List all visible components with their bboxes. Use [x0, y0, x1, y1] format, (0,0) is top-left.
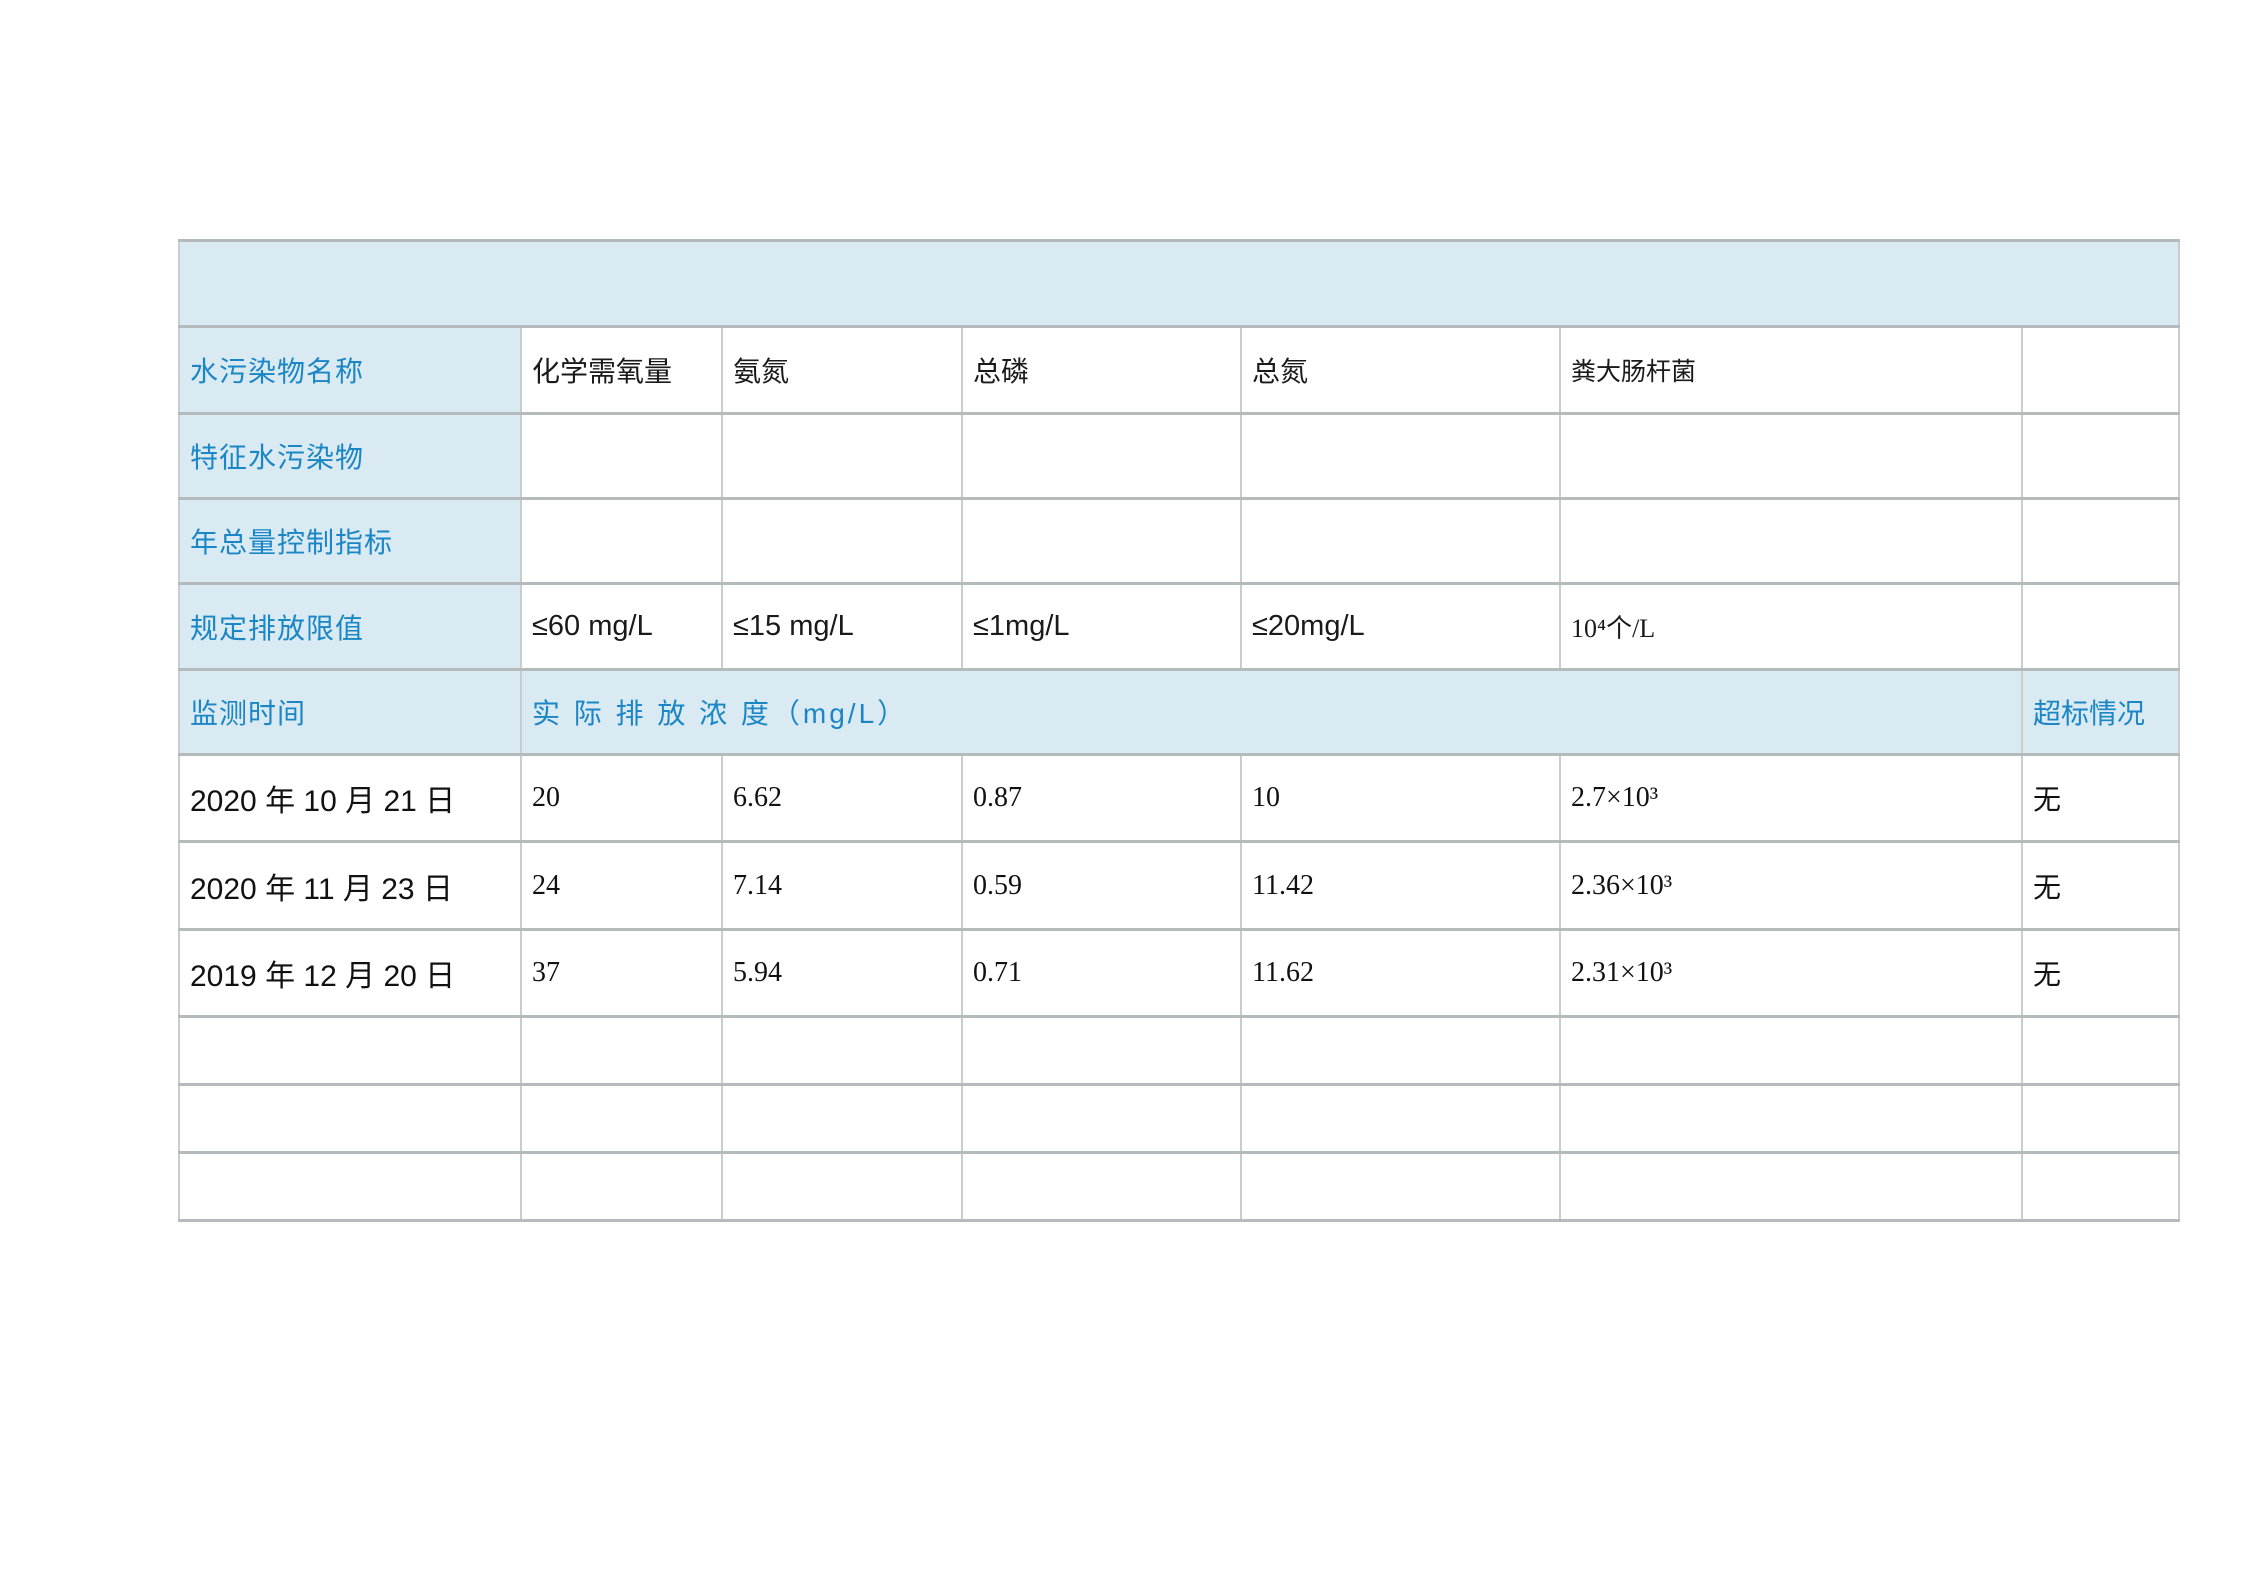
- row-label-monitoring-time: 监测时间: [179, 670, 521, 755]
- limit-row: 规定排放限值 ≤60 mg/L ≤15 mg/L ≤1mg/L ≤20mg/L …: [179, 584, 2179, 670]
- monitoring-header-row: 监测时间 实 际 排 放 浓 度（mg/L） 超标情况: [179, 670, 2179, 755]
- cell-tn: 11.62: [1241, 930, 1560, 1017]
- table-cell: [2022, 584, 2179, 670]
- table-cell: [179, 1153, 521, 1221]
- cell-tp: 0.71: [962, 930, 1241, 1017]
- annual-total-row: 年总量控制指标: [179, 499, 2179, 584]
- table-cell: [521, 1017, 722, 1085]
- table-cell: [962, 499, 1241, 584]
- exceed-status-header: 超标情况: [2022, 670, 2179, 755]
- table-cell: [962, 1153, 1241, 1221]
- row-label-limit: 规定排放限值: [179, 584, 521, 670]
- header-cod: 化学需氧量: [521, 327, 722, 414]
- limit-nh3n: ≤15 mg/L: [722, 584, 962, 670]
- cell-nh3n: 6.62: [722, 755, 962, 842]
- table-cell: [521, 414, 722, 499]
- pollutant-name-row: 水污染物名称 化学需氧量 氨氮 总磷 总氮 粪大肠杆菌: [179, 327, 2179, 414]
- table-cell: [2022, 1085, 2179, 1153]
- cell-tp: 0.87: [962, 755, 1241, 842]
- table-cell: [2022, 1153, 2179, 1221]
- table-banner-row: [179, 241, 2179, 327]
- limit-coliform: 10⁴个/L: [1560, 584, 2022, 670]
- header-tp: 总磷: [962, 327, 1241, 414]
- cell-exceed: 无: [2022, 755, 2179, 842]
- table-cell: [1560, 1153, 2022, 1221]
- header-nh3n: 氨氮: [722, 327, 962, 414]
- limit-tn: ≤20mg/L: [1241, 584, 1560, 670]
- cell-tn: 11.42: [1241, 842, 1560, 930]
- table-cell: [2022, 1017, 2179, 1085]
- cell-cod: 37: [521, 930, 722, 1017]
- monitoring-data-row: 2020 年 11 月 23 日 24 7.14 0.59 11.42 2.36…: [179, 842, 2179, 930]
- cell-cod: 20: [521, 755, 722, 842]
- cell-exceed: 无: [2022, 930, 2179, 1017]
- header-coliform: 粪大肠杆菌: [1560, 327, 2022, 414]
- actual-concentration-header: 实 际 排 放 浓 度（mg/L）: [521, 670, 2022, 755]
- header-empty: [2022, 327, 2179, 414]
- table-cell: [1560, 499, 2022, 584]
- row-label-characteristic: 特征水污染物: [179, 414, 521, 499]
- table-cell: [521, 499, 722, 584]
- monitoring-data-row: 2020 年 10 月 21 日 20 6.62 0.87 10 2.7×10³…: [179, 755, 2179, 842]
- cell-cod: 24: [521, 842, 722, 930]
- cell-coliform: 2.7×10³: [1560, 755, 2022, 842]
- table-cell: [1241, 499, 1560, 584]
- table-cell: [722, 1085, 962, 1153]
- table-cell: [179, 1085, 521, 1153]
- table-cell: [722, 499, 962, 584]
- table-cell: [1241, 1017, 1560, 1085]
- table-cell: [1560, 414, 2022, 499]
- cell-coliform: 2.31×10³: [1560, 930, 2022, 1017]
- cell-date: 2020 年 11 月 23 日: [179, 842, 521, 930]
- table-cell: [1241, 414, 1560, 499]
- cell-nh3n: 7.14: [722, 842, 962, 930]
- row-label-annual-total: 年总量控制指标: [179, 499, 521, 584]
- header-tn: 总氮: [1241, 327, 1560, 414]
- cell-tp: 0.59: [962, 842, 1241, 930]
- table-cell: [521, 1085, 722, 1153]
- cell-date: 2019 年 12 月 20 日: [179, 930, 521, 1017]
- table-cell: [2022, 499, 2179, 584]
- table-cell: [962, 1017, 1241, 1085]
- table-cell: [722, 1153, 962, 1221]
- row-label-pollutant-name: 水污染物名称: [179, 327, 521, 414]
- cell-exceed: 无: [2022, 842, 2179, 930]
- table-cell: [1241, 1153, 1560, 1221]
- table-cell: [962, 414, 1241, 499]
- cell-date: 2020 年 10 月 21 日: [179, 755, 521, 842]
- empty-row: [179, 1085, 2179, 1153]
- cell-tn: 10: [1241, 755, 1560, 842]
- table-cell: [179, 1017, 521, 1085]
- table-cell: [962, 1085, 1241, 1153]
- characteristic-row: 特征水污染物: [179, 414, 2179, 499]
- empty-row: [179, 1017, 2179, 1085]
- water-pollutant-monitoring-table: 水污染物名称 化学需氧量 氨氮 总磷 总氮 粪大肠杆菌 特征水污染物 年总量控制…: [178, 239, 2180, 1222]
- table-cell: [722, 1017, 962, 1085]
- limit-cod: ≤60 mg/L: [521, 584, 722, 670]
- monitoring-data-row: 2019 年 12 月 20 日 37 5.94 0.71 11.62 2.31…: [179, 930, 2179, 1017]
- limit-tp: ≤1mg/L: [962, 584, 1241, 670]
- table-cell: [1560, 1085, 2022, 1153]
- table-cell: [722, 414, 962, 499]
- cell-coliform: 2.36×10³: [1560, 842, 2022, 930]
- table-cell: [1560, 1017, 2022, 1085]
- table-cell: [521, 1153, 722, 1221]
- empty-row: [179, 1153, 2179, 1221]
- table-cell: [1241, 1085, 1560, 1153]
- banner-cell: [179, 241, 2179, 327]
- document-page: 水污染物名称 化学需氧量 氨氮 总磷 总氮 粪大肠杆菌 特征水污染物 年总量控制…: [0, 0, 2245, 1587]
- table-cell: [2022, 414, 2179, 499]
- cell-nh3n: 5.94: [722, 930, 962, 1017]
